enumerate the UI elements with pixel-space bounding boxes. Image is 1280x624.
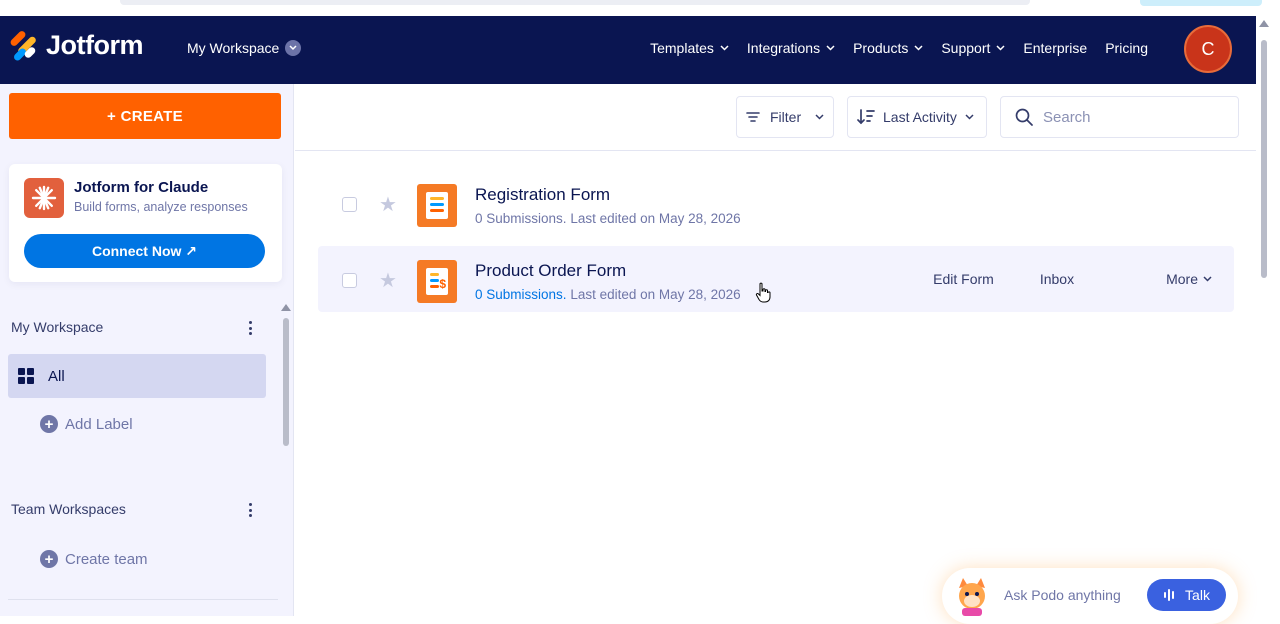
sidebar-item-all[interactable]: All [8, 354, 266, 398]
team-workspaces-menu-icon[interactable] [244, 502, 256, 518]
talk-label: Talk [1185, 587, 1210, 603]
more-button-label: More [1166, 271, 1198, 287]
create-button[interactable]: + CREATE [9, 93, 281, 139]
list-toolbar: Filter Last Activity [295, 84, 1256, 151]
workspace-switcher[interactable]: My Workspace [187, 40, 302, 56]
sidebar-divider [8, 599, 278, 600]
grid-icon [18, 368, 34, 384]
sidebar-scroll-thumb[interactable] [283, 318, 289, 446]
menu-support-label: Support [941, 40, 991, 56]
hand-cursor-icon [755, 282, 771, 303]
my-workspace-menu-icon[interactable] [244, 320, 256, 336]
inbox-button[interactable]: Inbox [1040, 271, 1074, 287]
workspace-switcher-label: My Workspace [187, 40, 280, 56]
chevron-down-icon [1203, 276, 1212, 282]
jotform-logo-icon [9, 29, 38, 62]
sidebar: + CREATE Jotform for Claude Build forms,… [0, 84, 294, 616]
menu-support[interactable]: Support [941, 40, 1005, 56]
sort-dropdown[interactable]: Last Activity [847, 96, 987, 138]
promo-subtitle: Build forms, analyze responses [74, 200, 248, 214]
sort-label: Last Activity [883, 109, 957, 125]
add-label-button[interactable]: + Add Label [40, 415, 133, 433]
menu-pricing[interactable]: Pricing [1105, 40, 1148, 56]
team-workspaces-title: Team Workspaces [11, 501, 126, 517]
menu-enterprise[interactable]: Enterprise [1023, 40, 1087, 56]
main-scrollbar[interactable] [1258, 16, 1270, 616]
audio-wave-icon [1164, 589, 1175, 601]
star-icon[interactable]: ★ [379, 192, 397, 217]
row-actions: Edit Form Inbox More [887, 246, 1212, 312]
form-title[interactable]: Product Order Form [475, 261, 626, 281]
menu-products[interactable]: Products [853, 40, 923, 56]
chevron-down-icon [815, 114, 824, 120]
chevron-down-icon [965, 114, 974, 120]
promo-title: Jotform for Claude [74, 179, 209, 196]
payment-form-icon: $ [417, 260, 457, 303]
menu-pricing-label: Pricing [1105, 40, 1148, 56]
claude-spark-icon [24, 178, 64, 218]
form-title[interactable]: Registration Form [475, 185, 610, 205]
create-team-text: Create team [65, 550, 148, 568]
chevron-down-icon [996, 45, 1005, 51]
browser-top-strip [0, 0, 1280, 16]
form-last-edited: Last edited on May 28, 2026 [570, 211, 741, 226]
more-button[interactable]: More [1120, 271, 1212, 287]
form-row[interactable]: ★ Registration Form 0 Submissions. Last … [318, 170, 1234, 236]
address-bar-edge [120, 0, 1030, 5]
main-scroll-thumb[interactable] [1261, 40, 1267, 278]
menu-integrations[interactable]: Integrations [747, 40, 835, 56]
filter-label: Filter [770, 109, 802, 125]
menu-enterprise-label: Enterprise [1023, 40, 1088, 56]
sidebar-scrollbar[interactable] [281, 304, 291, 616]
row-checkbox[interactable] [342, 197, 357, 212]
browser-pill-edge [1140, 0, 1262, 6]
plus-circle-icon: + [40, 550, 58, 568]
form-submissions[interactable]: 0 Submissions. [475, 211, 567, 226]
logo-text: Jotform [46, 30, 144, 60]
search-input[interactable] [1043, 108, 1223, 126]
podo-prompt: Ask Podo anything [1004, 587, 1121, 603]
sort-icon [857, 109, 875, 125]
main-menu: Templates Integrations Products Support … [632, 40, 1148, 56]
star-icon[interactable]: ★ [379, 268, 397, 293]
scroll-up-arrow-icon[interactable] [281, 304, 291, 311]
menu-templates[interactable]: Templates [650, 40, 729, 56]
filter-icon [746, 112, 760, 122]
podo-avatar-icon [959, 578, 985, 616]
create-team-button[interactable]: + Create team [40, 550, 148, 568]
chevron-down-icon [914, 45, 923, 51]
my-workspace-title: My Workspace [11, 319, 104, 335]
connect-now-button[interactable]: Connect Now ↗ [24, 234, 265, 268]
filter-button[interactable]: Filter [736, 96, 834, 138]
search-box [1000, 96, 1239, 138]
claude-promo-card: Jotform for Claude Build forms, analyze … [9, 164, 282, 282]
form-icon [417, 184, 457, 227]
form-meta: 0 Submissions. Last edited on May 28, 20… [475, 211, 741, 226]
menu-products-label: Products [853, 40, 909, 56]
edit-form-button[interactable]: Edit Form [933, 271, 994, 287]
menu-integrations-label: Integrations [746, 40, 821, 56]
jotform-logo[interactable]: Jotform [9, 29, 144, 62]
form-submissions[interactable]: 0 Submissions. [475, 287, 567, 302]
chevron-down-icon [285, 40, 302, 56]
form-row[interactable]: ★ $ Product Order Form 0 Submissions. La… [318, 246, 1234, 312]
form-meta: 0 Submissions. Last edited on May 28, 20… [475, 287, 741, 302]
top-navigation: Jotform My Workspace Templates Integrati… [0, 16, 1256, 84]
user-avatar[interactable]: C [1184, 25, 1232, 73]
sidebar-item-all-label: All [48, 367, 65, 385]
chevron-down-icon [720, 45, 729, 51]
menu-templates-label: Templates [650, 40, 714, 56]
form-last-edited: Last edited on May 28, 2026 [570, 287, 741, 302]
talk-button[interactable]: Talk [1147, 579, 1226, 611]
row-checkbox[interactable] [342, 273, 357, 288]
chevron-down-icon [826, 45, 835, 51]
scroll-up-arrow-icon[interactable] [1259, 20, 1269, 27]
plus-circle-icon: + [40, 415, 58, 433]
search-icon [1015, 108, 1033, 126]
add-label-text: Add Label [65, 415, 133, 433]
